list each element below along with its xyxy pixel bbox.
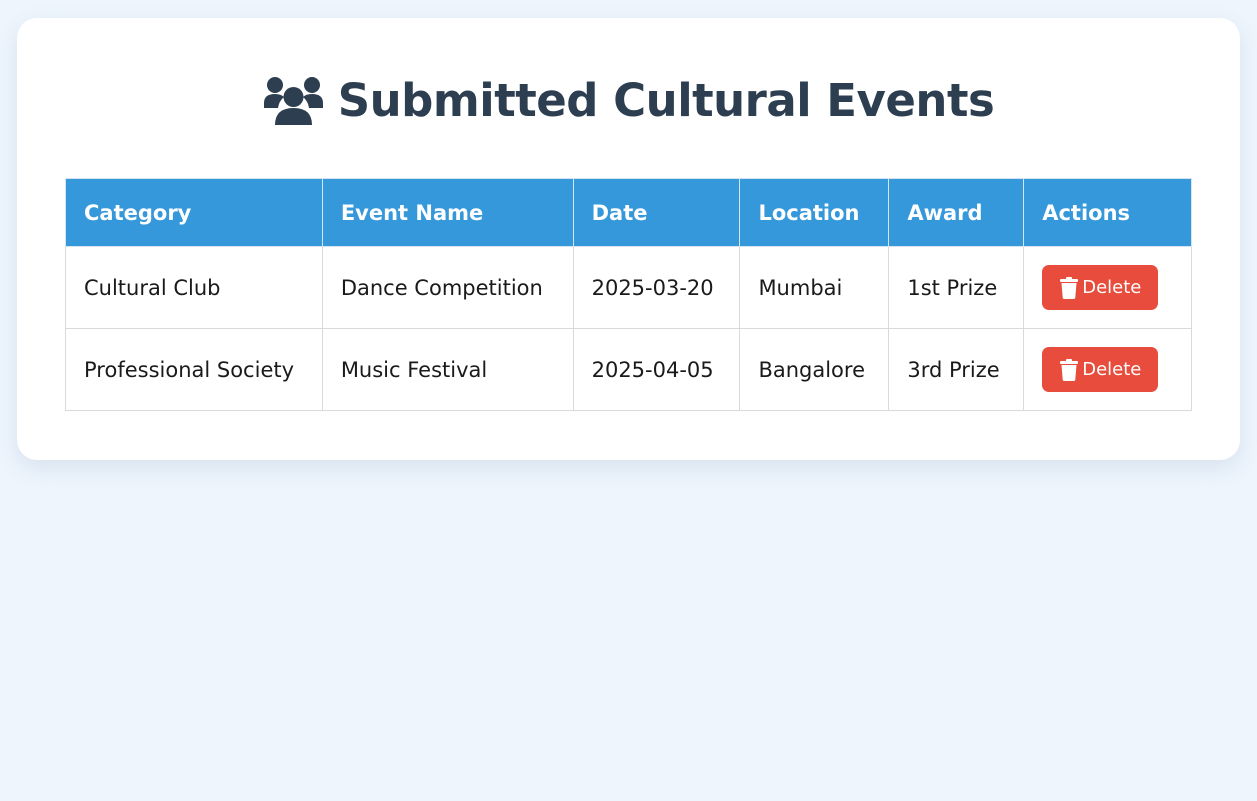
cell-location: Bangalore (739, 328, 890, 411)
cell-actions: Delete (1023, 246, 1192, 329)
events-table: Category Event Name Date Location Award … (65, 178, 1192, 411)
cell-actions: Delete (1023, 328, 1192, 411)
delete-button-label: Delete (1082, 277, 1142, 298)
cell-date: 2025-04-05 (572, 328, 741, 411)
table-row: Professional Society Music Festival 2025… (65, 328, 1192, 411)
events-card: Submitted Cultural Events Category Event… (17, 18, 1240, 460)
trash-icon (1060, 358, 1079, 381)
cell-event-name: Dance Competition (321, 246, 574, 329)
table-row: Cultural Club Dance Competition 2025-03-… (65, 246, 1192, 329)
delete-button[interactable]: Delete (1042, 347, 1159, 392)
column-header-award: Award (888, 178, 1025, 247)
delete-button-label: Delete (1082, 359, 1142, 380)
cell-date: 2025-03-20 (572, 246, 741, 329)
page-title: Submitted Cultural Events (337, 74, 995, 127)
cell-award: 1st Prize (888, 246, 1025, 329)
page-header: Submitted Cultural Events (17, 74, 1240, 127)
cell-award: 3rd Prize (888, 328, 1025, 411)
users-icon (263, 76, 324, 125)
cell-category: Cultural Club (65, 246, 323, 329)
column-header-event-name: Event Name (321, 178, 574, 247)
column-header-category: Category (65, 178, 323, 247)
column-header-actions: Actions (1023, 178, 1192, 247)
column-header-date: Date (572, 178, 741, 247)
cell-category: Professional Society (65, 328, 323, 411)
delete-button[interactable]: Delete (1042, 265, 1159, 310)
trash-icon (1060, 276, 1079, 299)
cell-location: Mumbai (739, 246, 890, 329)
table-header-row: Category Event Name Date Location Award … (65, 178, 1192, 247)
cell-event-name: Music Festival (321, 328, 574, 411)
column-header-location: Location (739, 178, 890, 247)
